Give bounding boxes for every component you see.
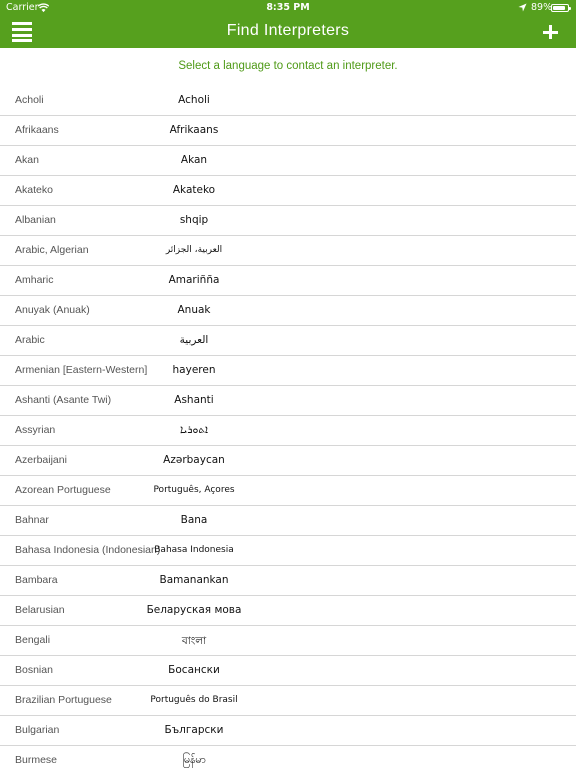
instruction-text: Select a language to contact an interpre… <box>178 60 398 72</box>
language-native-name: hayeren <box>172 364 216 376</box>
language-native-name: မြန်မာ <box>182 754 206 766</box>
language-row[interactable]: Acholi Acholi <box>0 86 576 116</box>
language-english-name: Amharic <box>15 274 54 286</box>
language-row[interactable]: Bambara Bamanankan <box>0 566 576 596</box>
language-native-name: Босански <box>168 664 220 676</box>
language-row[interactable]: Armenian [Eastern-Western] hayeren <box>0 356 576 386</box>
language-native-name: Afrikaans <box>169 124 219 136</box>
language-row[interactable]: Anuyak (Anuak) Anuak <box>0 296 576 326</box>
language-english-name: Burmese <box>15 754 58 766</box>
language-english-name: Azorean Portuguese <box>15 484 111 496</box>
language-native-name: Bana <box>180 514 208 526</box>
language-english-name: Bosnian <box>15 664 53 676</box>
language-row[interactable]: Belarusian Беларуская мова <box>0 596 576 626</box>
location-arrow-icon <box>518 3 527 12</box>
language-row[interactable]: Bahnar Bana <box>0 506 576 536</box>
status-bar: Carrier 8:35 PM 89% <box>0 0 576 16</box>
language-row[interactable]: Arabic, Algerian العربية، الجزائر <box>0 236 576 266</box>
language-native-name: Беларуская мова <box>146 604 242 616</box>
language-native-name: Akateko <box>172 184 216 196</box>
page-title: Find Interpreters <box>226 22 350 39</box>
language-english-name: Arabic <box>15 334 45 346</box>
language-row[interactable]: Azerbaijani Azərbaycan <box>0 446 576 476</box>
language-row[interactable]: Burmese မြန်မာ <box>0 746 576 775</box>
language-english-name: Akateko <box>15 184 53 196</box>
language-row[interactable]: Bengali বাংলা <box>0 626 576 656</box>
language-native-name: Português do Brasil <box>150 695 238 705</box>
language-native-name: Amariñña <box>168 274 220 286</box>
language-row[interactable]: Bosnian Босански <box>0 656 576 686</box>
navigation-bar: Find Interpreters <box>0 16 576 48</box>
language-english-name: Bambara <box>15 574 58 586</box>
language-native-name: Bahasa Indonesia <box>154 545 234 555</box>
language-native-name: Akan <box>180 154 208 166</box>
language-native-name: বাংলা <box>181 635 207 647</box>
language-list: Acholi Acholi Afrikaans Afrikaans Akan Akan Ak… <box>0 86 576 775</box>
language-row[interactable]: Brazilian Portuguese Português do Brasil <box>0 686 576 716</box>
language-native-name: Български <box>164 724 224 736</box>
language-row[interactable]: Akateko Akateko <box>0 176 576 206</box>
language-native-name: Acholi <box>178 94 210 106</box>
language-english-name: Afrikaans <box>15 124 59 136</box>
language-english-name: Azerbaijani <box>15 454 67 466</box>
language-row[interactable]: Azorean Portuguese Português, Açores <box>0 476 576 506</box>
language-native-name: العربية، الجزائر <box>165 245 223 255</box>
language-english-name: Assyrian <box>15 424 56 436</box>
language-row[interactable]: Ashanti (Asante Twi) Ashanti <box>0 386 576 416</box>
language-native-name: العربية <box>179 334 209 346</box>
language-english-name: Brazilian Portuguese <box>15 694 112 706</box>
language-row[interactable]: Arabic العربية <box>0 326 576 356</box>
language-english-name: Anuyak (Anuak) <box>15 304 90 316</box>
language-native-name: Bamanankan <box>159 574 229 586</box>
language-row[interactable]: Afrikaans Afrikaans <box>0 116 576 146</box>
language-native-name: shqip <box>179 214 209 226</box>
language-row[interactable]: Assyrian ܐܬܘܪܝܐ <box>0 416 576 446</box>
status-time: 8:35 PM <box>266 2 310 13</box>
language-english-name: Bengali <box>15 634 51 646</box>
battery-percent: 89% <box>531 2 553 13</box>
battery-icon <box>551 4 571 12</box>
language-english-name: Bahnar <box>15 514 49 526</box>
language-english-name: Akan <box>15 154 39 166</box>
language-native-name: Azərbaycan <box>163 454 225 466</box>
language-row[interactable]: Albanian shqip <box>0 206 576 236</box>
language-row[interactable]: Akan Akan <box>0 146 576 176</box>
language-english-name: Albanian <box>15 214 56 226</box>
language-english-name: Ashanti (Asante Twi) <box>15 394 112 406</box>
language-english-name: Arabic, Algerian <box>15 244 89 256</box>
language-row[interactable]: Bulgarian Български <box>0 716 576 746</box>
language-row[interactable]: Bahasa Indonesia (Indonesian) Bahasa Indo… <box>0 536 576 566</box>
language-native-name: Ashanti <box>174 394 214 406</box>
add-icon[interactable] <box>540 22 560 42</box>
language-native-name: Português, Açores <box>153 485 235 495</box>
language-english-name: Belarusian <box>15 604 65 616</box>
language-english-name: Bulgarian <box>15 724 60 736</box>
language-native-name: ܐܬܘܪܝܐ <box>180 424 208 436</box>
language-native-name: Anuak <box>177 304 211 316</box>
language-english-name: Acholi <box>15 94 44 106</box>
language-row[interactable]: Amharic Amariñña <box>0 266 576 296</box>
